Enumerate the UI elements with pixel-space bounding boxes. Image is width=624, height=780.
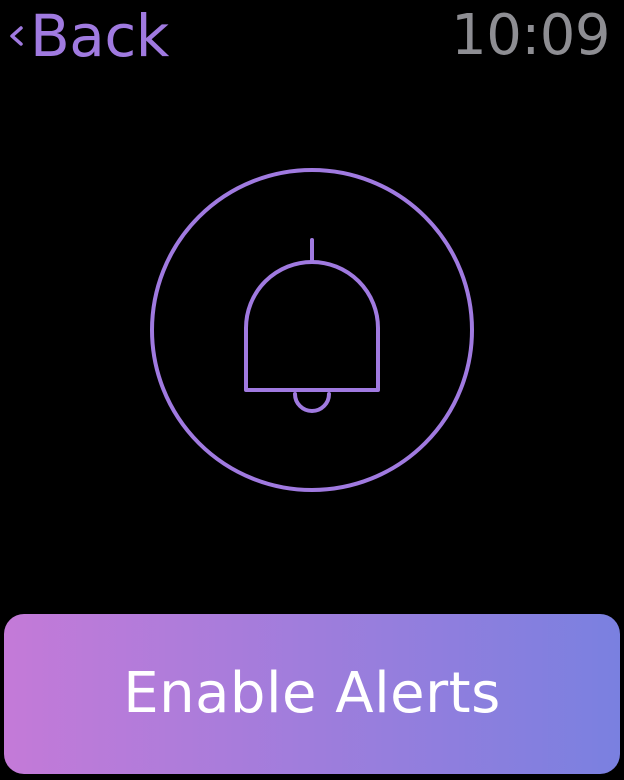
enable-alerts-label: Enable Alerts bbox=[123, 661, 501, 726]
back-label: Back bbox=[30, 2, 169, 70]
chevron-left-icon bbox=[10, 26, 23, 46]
bell-icon bbox=[150, 168, 474, 492]
status-bar: Back 10:09 bbox=[0, 0, 624, 76]
watch-screen: { "header": { "back_label": "Back", "bac… bbox=[0, 0, 624, 780]
clock: 10:09 bbox=[451, 3, 610, 68]
bell-badge bbox=[150, 168, 474, 492]
enable-alerts-button[interactable]: Enable Alerts bbox=[4, 614, 620, 774]
back-button[interactable]: Back bbox=[2, 4, 169, 68]
